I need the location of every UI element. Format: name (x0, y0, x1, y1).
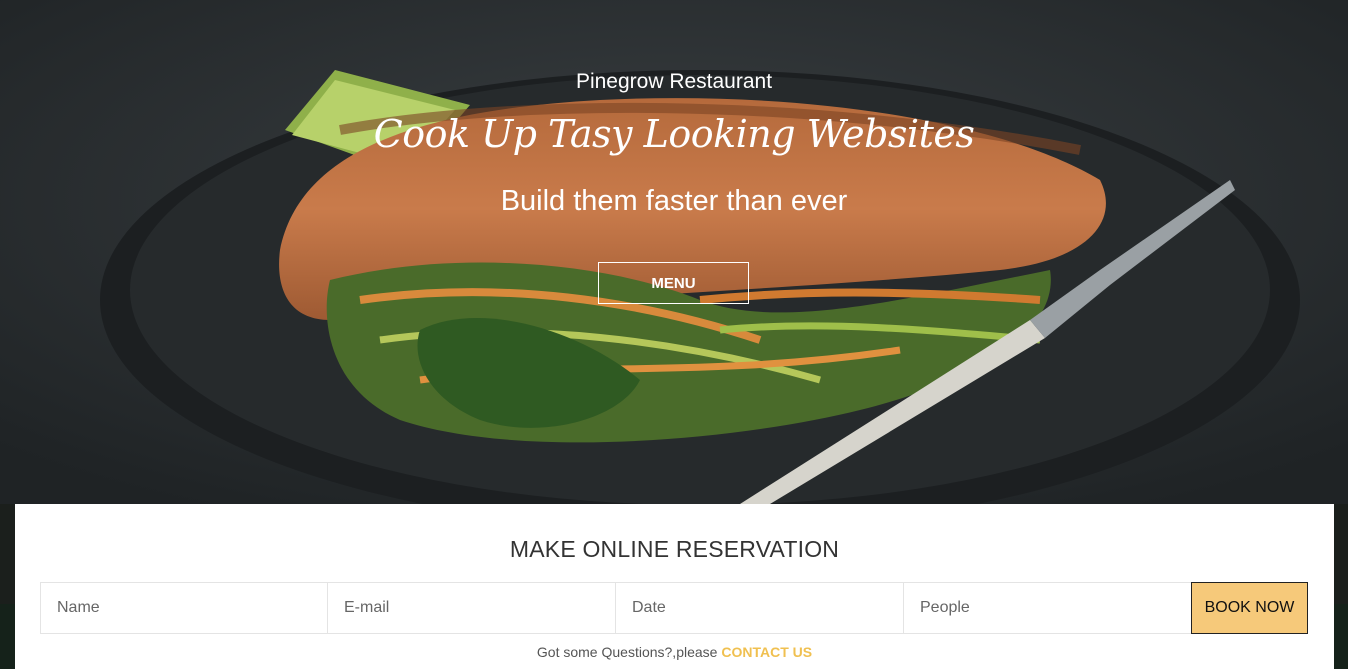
email-input[interactable] (327, 582, 616, 634)
reservation-panel: MAKE ONLINE RESERVATION BOOK NOW Got som… (15, 504, 1334, 669)
brand-name: Pinegrow Restaurant (575, 70, 773, 93)
menu-button[interactable]: MENU (598, 262, 749, 304)
book-now-button[interactable]: BOOK NOW (1191, 582, 1308, 634)
name-input[interactable] (40, 582, 328, 634)
contact-prompt: Got some Questions?,please CONTACT US (15, 644, 1334, 660)
question-text: Got some Questions?,please (536, 644, 718, 660)
contact-us-link[interactable]: CONTACT US (721, 644, 812, 660)
date-input[interactable] (615, 582, 904, 634)
reservation-title: MAKE ONLINE RESERVATION (509, 536, 840, 562)
hero-tagline: Cook Up Tasy Looking Websites (373, 112, 975, 156)
people-input[interactable] (903, 582, 1192, 634)
hero-section: Pinegrow Restaurant Cook Up Tasy Looking… (0, 0, 1348, 504)
reservation-form: BOOK NOW (40, 582, 1309, 636)
hero-subtitle: Build them faster than ever (500, 185, 848, 217)
